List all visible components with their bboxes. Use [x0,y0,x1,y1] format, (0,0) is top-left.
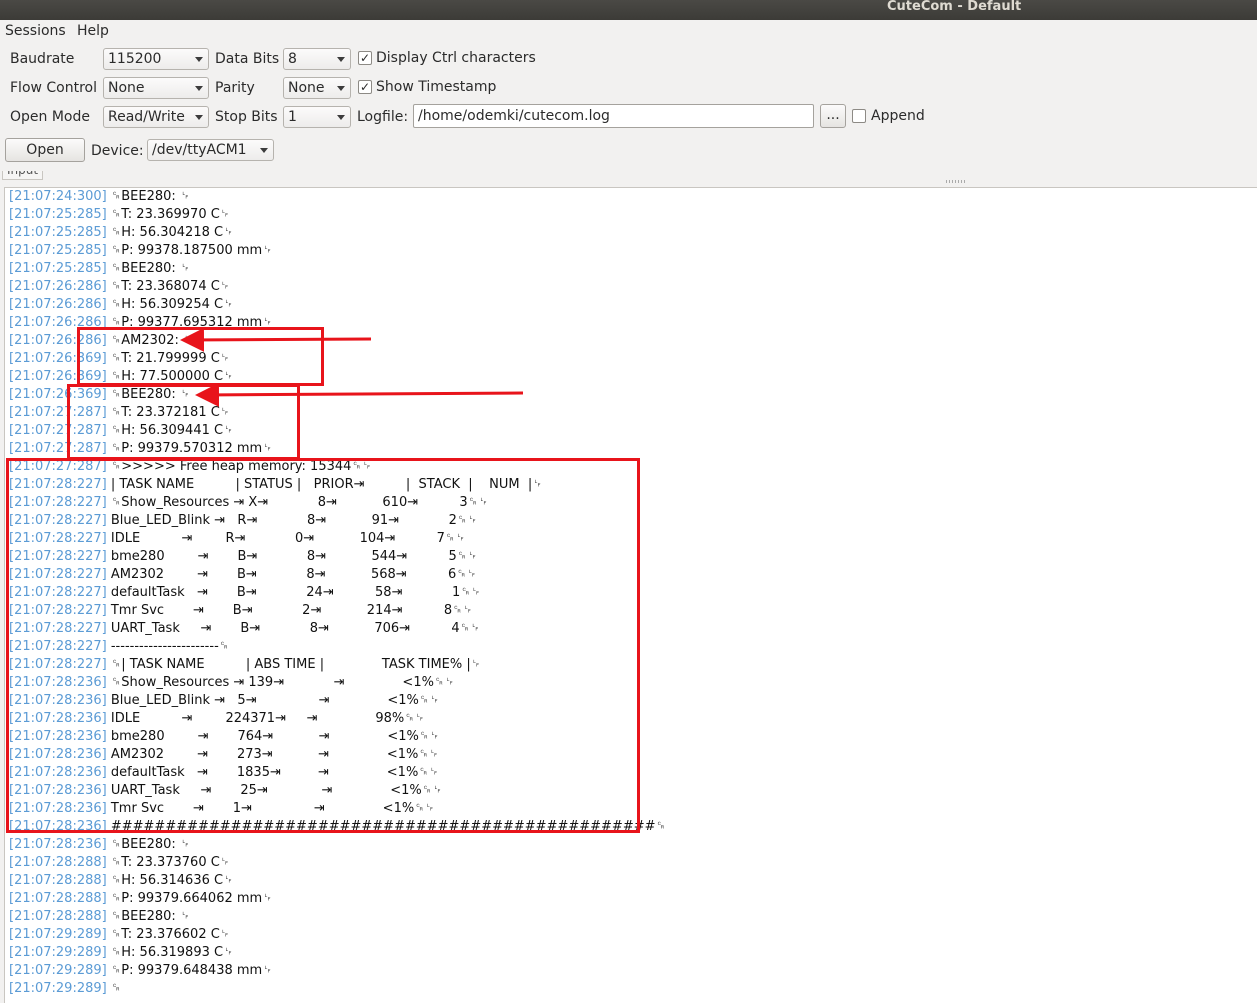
annotation-arrows [180,327,524,407]
arrow-to-am2302 [180,327,372,352]
arrow-to-bee280 [195,382,524,407]
